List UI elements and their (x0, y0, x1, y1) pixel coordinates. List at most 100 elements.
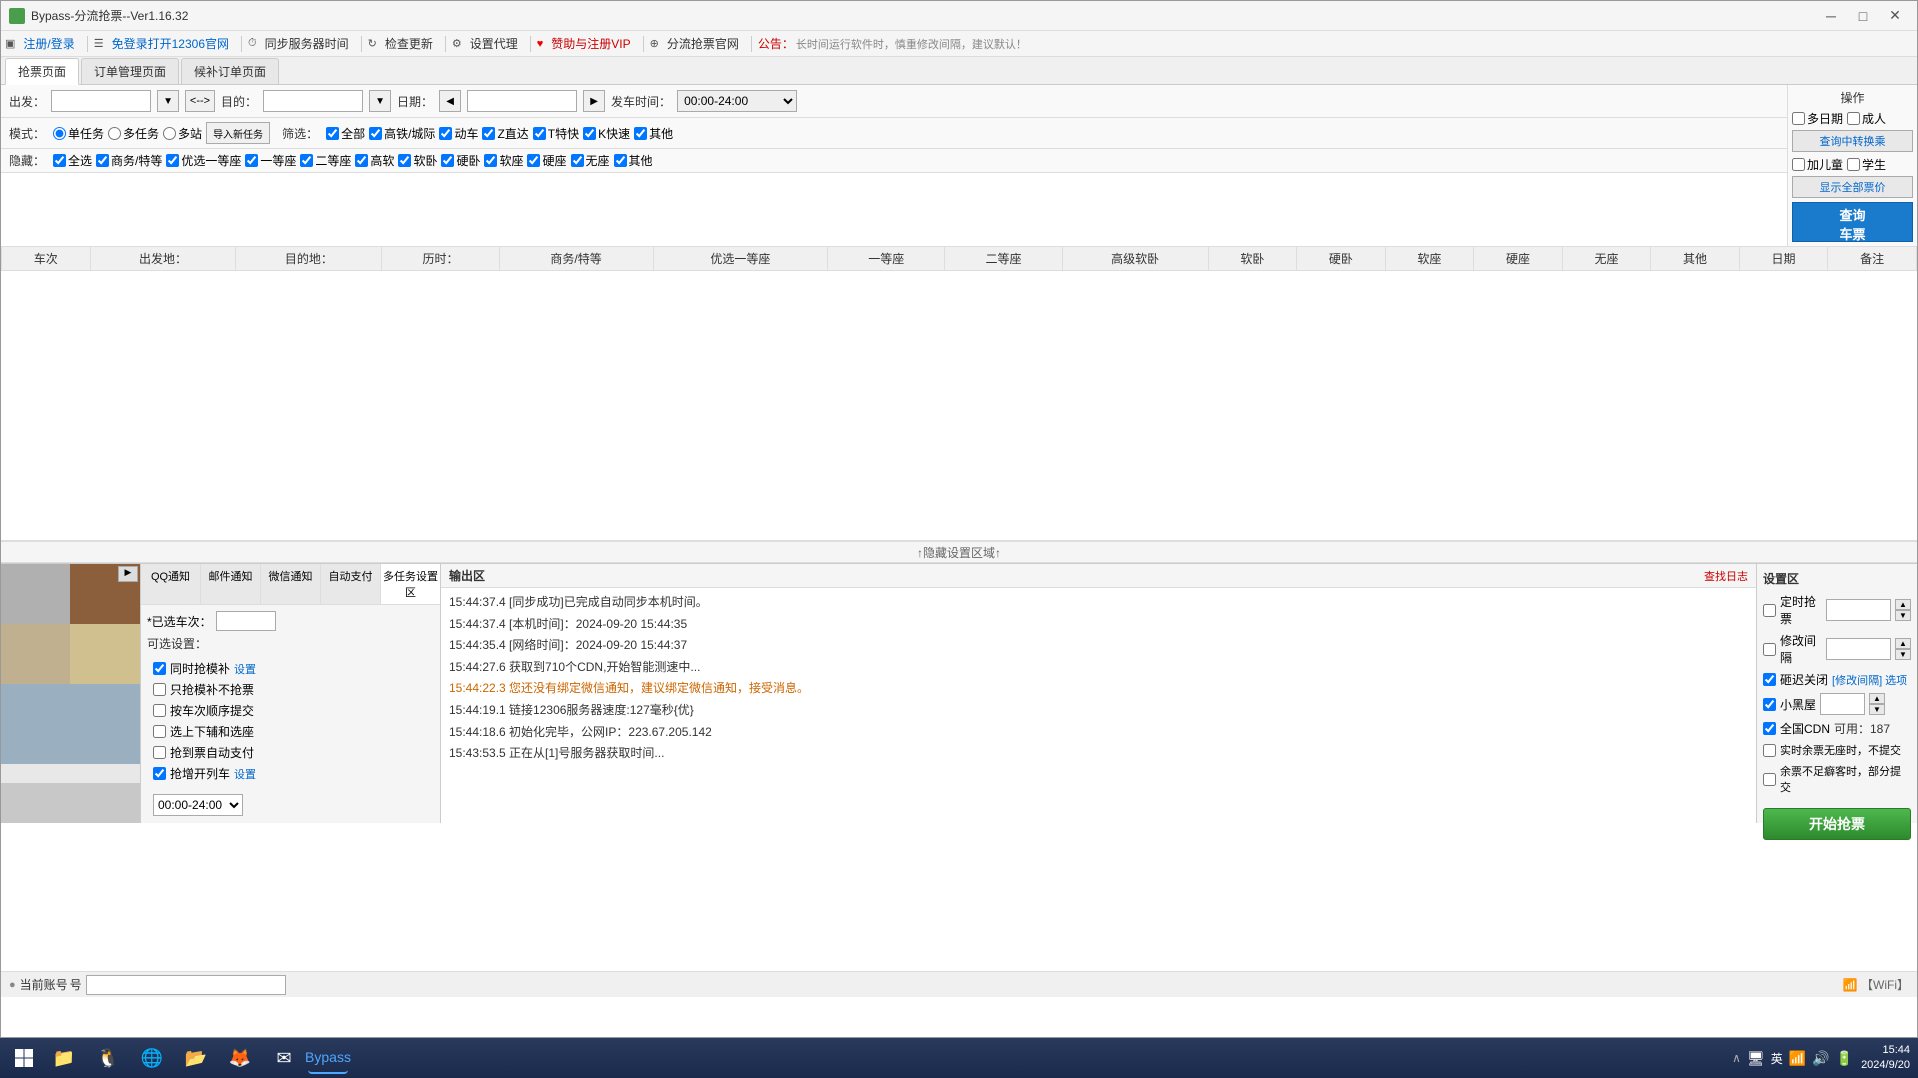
notif-tab-wechat[interactable]: 微信通知 (261, 564, 321, 604)
multi-date-check[interactable]: 多日期 (1792, 110, 1843, 127)
clock[interactable]: 15:44 2024/9/20 (1861, 1043, 1910, 1074)
filter-z[interactable]: Z直达 (482, 125, 528, 142)
account-input[interactable] (86, 975, 286, 995)
filter-t[interactable]: T特快 (533, 125, 579, 142)
notif-tab-qq[interactable]: QQ通知 (141, 564, 201, 604)
time-range-select[interactable]: 00:00-24:00 (153, 794, 243, 816)
menu-site[interactable]: 分流抢票官网 (661, 33, 745, 54)
blacklist-down[interactable]: ▼ (1869, 704, 1885, 715)
added-train-settings-link[interactable]: 设置 (234, 766, 256, 782)
hide-erdeng[interactable]: 二等座 (300, 152, 351, 169)
hidden-settings-toggle[interactable]: ↑隐藏设置区域↑ (1, 541, 1917, 563)
tray-wifi-icon[interactable]: 📶 (1789, 1050, 1806, 1067)
tray-monitor-icon[interactable]: 🖥 (1747, 1050, 1765, 1067)
menu-register[interactable]: 注册/登录 (17, 33, 80, 54)
maximize-button[interactable]: □ (1849, 6, 1877, 26)
taskbar-qq[interactable]: 🐧 (88, 1042, 128, 1074)
filter-dongche[interactable]: 动车 (439, 125, 478, 142)
mode-multistation[interactable]: 多站 (163, 125, 202, 142)
to-input[interactable] (263, 90, 363, 112)
taskbar-edge[interactable]: 🌐 (132, 1042, 172, 1074)
interval-up[interactable]: ▲ (1895, 638, 1911, 649)
notif-tab-autopay[interactable]: 自动支付 (321, 564, 381, 604)
hide-ruanwo[interactable]: 软卧 (398, 152, 437, 169)
hide-shangwu[interactable]: 商务/特等 (96, 152, 162, 169)
blacklist-up[interactable]: ▲ (1869, 693, 1885, 704)
time-select[interactable]: 00:00-24:00 (677, 90, 797, 112)
menu-sync[interactable]: 同步服务器时间 (259, 33, 355, 54)
prev-date-btn[interactable]: ◀ (439, 90, 461, 112)
taskbar-mail[interactable]: ✉ (264, 1042, 304, 1074)
start-button[interactable] (8, 1042, 40, 1074)
filter-k[interactable]: K快速 (583, 125, 630, 142)
minimize-button[interactable]: ─ (1817, 6, 1845, 26)
mode-multi[interactable]: 多任务 (108, 125, 159, 142)
student-check[interactable]: 学生 (1847, 156, 1886, 173)
tab-order-manage[interactable]: 订单管理页面 (81, 58, 179, 84)
auto-pay-check[interactable] (153, 746, 166, 759)
interval-down[interactable]: ▼ (1895, 649, 1911, 660)
menu-proxy[interactable]: 设置代理 (464, 33, 524, 54)
from-dropdown-btn[interactable]: ▼ (157, 90, 179, 112)
simultaneous-check[interactable] (153, 662, 166, 675)
added-train-check[interactable] (153, 767, 166, 780)
notif-tab-multitask[interactable]: 多任务设置区 (381, 564, 440, 604)
hide-other[interactable]: 其他 (614, 152, 653, 169)
hide-gaoruanwo[interactable]: 高软 (355, 152, 394, 169)
find-log-link[interactable]: 查找日志 (1704, 568, 1748, 584)
mode-single[interactable]: 单任务 (53, 125, 104, 142)
seat-assist-check[interactable] (153, 725, 166, 738)
only-supplement-check[interactable] (153, 683, 166, 696)
hide-all[interactable]: 全选 (53, 152, 92, 169)
close-delay-options-link[interactable]: [修改间隔] 选项 (1832, 672, 1907, 688)
hide-yingwo[interactable]: 硬卧 (441, 152, 480, 169)
tray-battery-icon[interactable]: 🔋 (1836, 1050, 1853, 1067)
menu-vip[interactable]: 赞助与注册VIP (545, 33, 636, 54)
close-button[interactable]: ✕ (1881, 6, 1909, 26)
timed-ticket-check[interactable] (1763, 604, 1776, 617)
filter-other[interactable]: 其他 (634, 125, 673, 142)
child-check[interactable]: 加儿童 (1792, 156, 1843, 173)
partial-submit-check[interactable] (1763, 773, 1776, 786)
interval-input[interactable]: 1000 (1826, 638, 1891, 660)
tab-supplement-order[interactable]: 候补订单页面 (181, 58, 279, 84)
hide-wuzuo[interactable]: 无座 (571, 152, 610, 169)
taskbar-app-active[interactable]: Bypass (308, 1042, 348, 1074)
filter-highspeed[interactable]: 高铁/城际 (369, 125, 435, 142)
convert-btn[interactable]: 查询中转换乘 (1792, 130, 1913, 152)
close-delay-check[interactable] (1763, 673, 1776, 686)
taskbar-files[interactable]: 📂 (176, 1042, 216, 1074)
menu-update[interactable]: 检查更新 (379, 33, 439, 54)
date-input[interactable]: 2024-10-04 (467, 90, 577, 112)
query-ticket-btn[interactable]: 查询车票 (1792, 202, 1913, 242)
taskbar-file-explorer[interactable]: 📁 (44, 1042, 84, 1074)
show-all-price-btn[interactable]: 显示全部票价 (1792, 176, 1913, 198)
blacklist-input[interactable]: 120 (1820, 693, 1865, 715)
import-btn[interactable]: 导入新任务 (206, 122, 270, 144)
blacklist-check[interactable] (1763, 698, 1776, 711)
tray-volume-icon[interactable]: 🔊 (1812, 1050, 1829, 1067)
hide-ruanzuo[interactable]: 软座 (484, 152, 523, 169)
adult-check[interactable]: 成人 (1847, 110, 1886, 127)
timed-ticket-input[interactable]: 05:00:00 (1826, 599, 1891, 621)
filter-all[interactable]: 全部 (326, 125, 365, 142)
menu-web[interactable]: 免登录打开12306官网 (106, 33, 235, 54)
tray-lang-icon[interactable]: 英 (1771, 1050, 1783, 1067)
car-count-input[interactable] (216, 611, 276, 631)
hide-yingzuo[interactable]: 硬座 (527, 152, 566, 169)
swap-btn[interactable]: <--> (185, 90, 215, 112)
next-date-btn[interactable]: ▶ (583, 90, 605, 112)
from-input[interactable] (51, 90, 151, 112)
timed-ticket-down[interactable]: ▼ (1895, 610, 1911, 621)
taskbar-firefox[interactable]: 🦊 (220, 1042, 260, 1074)
tab-grab-ticket[interactable]: 抢票页面 (5, 58, 79, 85)
no-seat-check[interactable] (1763, 744, 1776, 757)
notif-tab-email[interactable]: 邮件通知 (201, 564, 261, 604)
interval-check[interactable] (1763, 643, 1776, 656)
simultaneous-settings-link[interactable]: 设置 (234, 661, 256, 677)
timed-ticket-up[interactable]: ▲ (1895, 599, 1911, 610)
tray-chevron-icon[interactable]: ∧ (1732, 1051, 1741, 1065)
order-submit-check[interactable] (153, 704, 166, 717)
start-grab-btn[interactable]: 开始抢票 (1763, 808, 1911, 840)
hide-youxuan[interactable]: 优选一等座 (166, 152, 241, 169)
